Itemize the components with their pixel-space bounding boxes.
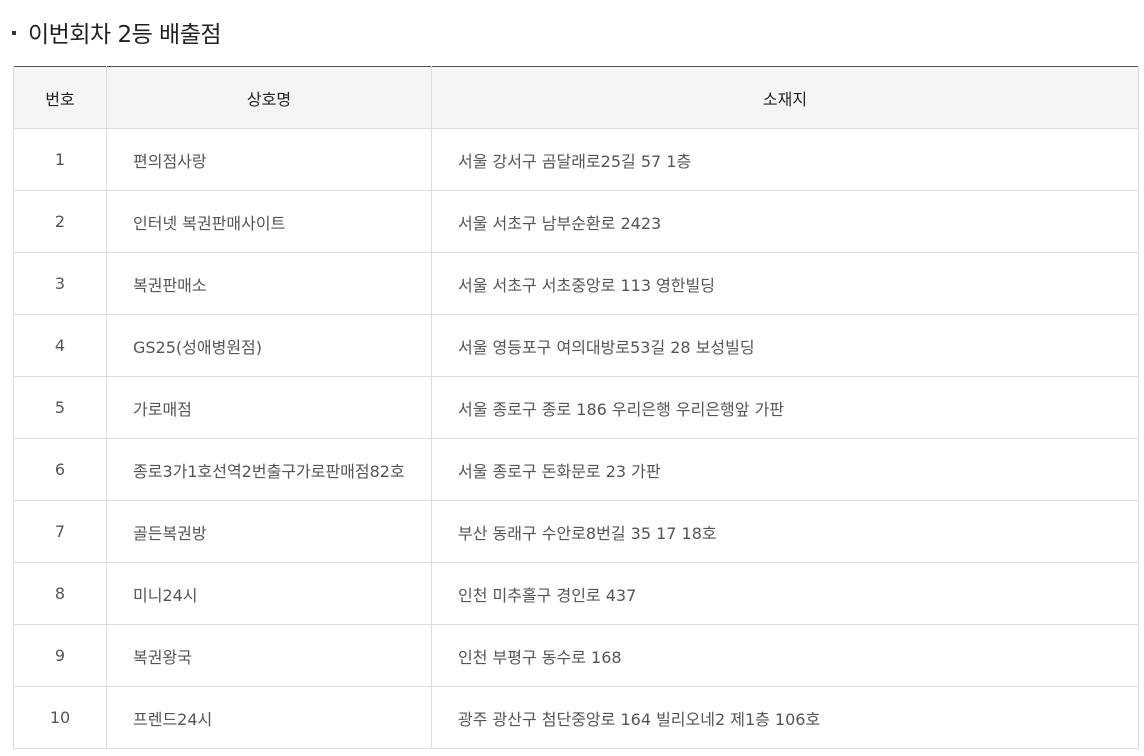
cell-no: 7 <box>13 500 107 563</box>
cell-store-name: 골든복권방 <box>106 500 432 563</box>
table-row: 1 편의점사랑 서울 강서구 곰달래로25길 57 1층 <box>13 128 1139 191</box>
section-title: 이번회차 2등 배출점 <box>28 22 222 48</box>
cell-address: 광주 광산구 첨단중앙로 164 빌리오네2 제1층 106호 <box>431 686 1139 749</box>
cell-no: 4 <box>13 314 107 377</box>
winning-stores-table-container: 번호 상호명 소재지 1 편의점사랑 서울 강서구 곰달래로25길 57 1층 … <box>13 66 1139 749</box>
winning-stores-table: 번호 상호명 소재지 1 편의점사랑 서울 강서구 곰달래로25길 57 1층 … <box>13 66 1139 749</box>
table-row: 7 골든복권방 부산 동래구 수안로8번길 35 17 18호 <box>13 500 1139 563</box>
cell-store-name: 인터넷 복권판매사이트 <box>106 190 432 253</box>
table-row: 8 미니24시 인천 미추홀구 경인로 437 <box>13 562 1139 625</box>
table-row: 6 종로3가1호선역2번출구가로판매점82호 서울 종로구 돈화문로 23 가판 <box>13 438 1139 501</box>
cell-no: 8 <box>13 562 107 625</box>
table-row: 4 GS25(성애병원점) 서울 영등포구 여의대방로53길 28 보성빌딩 <box>13 314 1139 377</box>
table-header-row: 번호 상호명 소재지 <box>13 66 1139 129</box>
cell-store-name: 프렌드24시 <box>106 686 432 749</box>
cell-no: 1 <box>13 128 107 191</box>
cell-address: 부산 동래구 수안로8번길 35 17 18호 <box>431 500 1139 563</box>
cell-address: 서울 서초구 서초중앙로 113 영한빌딩 <box>431 252 1139 315</box>
cell-store-name: 미니24시 <box>106 562 432 625</box>
column-header-address: 소재지 <box>431 66 1139 129</box>
cell-address: 인천 부평구 동수로 168 <box>431 624 1139 687</box>
cell-address: 서울 영등포구 여의대방로53길 28 보성빌딩 <box>431 314 1139 377</box>
section-header: 이번회차 2등 배출점 <box>12 14 222 50</box>
table-row: 2 인터넷 복권판매사이트 서울 서초구 남부순환로 2423 <box>13 190 1139 253</box>
cell-store-name: 가로매점 <box>106 376 432 439</box>
cell-no: 2 <box>13 190 107 253</box>
cell-no: 9 <box>13 624 107 687</box>
cell-store-name: 복권판매소 <box>106 252 432 315</box>
cell-address: 서울 강서구 곰달래로25길 57 1층 <box>431 128 1139 191</box>
table-row: 9 복권왕국 인천 부평구 동수로 168 <box>13 624 1139 687</box>
cell-address: 서울 서초구 남부순환로 2423 <box>431 190 1139 253</box>
column-header-no: 번호 <box>13 66 107 129</box>
cell-store-name: 종로3가1호선역2번출구가로판매점82호 <box>106 438 432 501</box>
cell-address: 서울 종로구 종로 186 우리은행 우리은행앞 가판 <box>431 376 1139 439</box>
cell-no: 10 <box>13 686 107 749</box>
cell-no: 5 <box>13 376 107 439</box>
table-row: 10 프렌드24시 광주 광산구 첨단중앙로 164 빌리오네2 제1층 106… <box>13 686 1139 749</box>
cell-store-name: 복권왕국 <box>106 624 432 687</box>
bullet-icon <box>12 31 16 35</box>
cell-address: 서울 종로구 돈화문로 23 가판 <box>431 438 1139 501</box>
cell-address: 인천 미추홀구 경인로 437 <box>431 562 1139 625</box>
table-row: 3 복권판매소 서울 서초구 서초중앙로 113 영한빌딩 <box>13 252 1139 315</box>
table-body: 1 편의점사랑 서울 강서구 곰달래로25길 57 1층 2 인터넷 복권판매사… <box>13 128 1139 749</box>
column-header-name: 상호명 <box>106 66 432 129</box>
cell-no: 3 <box>13 252 107 315</box>
cell-store-name: 편의점사랑 <box>106 128 432 191</box>
table-row: 5 가로매점 서울 종로구 종로 186 우리은행 우리은행앞 가판 <box>13 376 1139 439</box>
cell-no: 6 <box>13 438 107 501</box>
table-header: 번호 상호명 소재지 <box>13 66 1139 129</box>
cell-store-name: GS25(성애병원점) <box>106 314 432 377</box>
